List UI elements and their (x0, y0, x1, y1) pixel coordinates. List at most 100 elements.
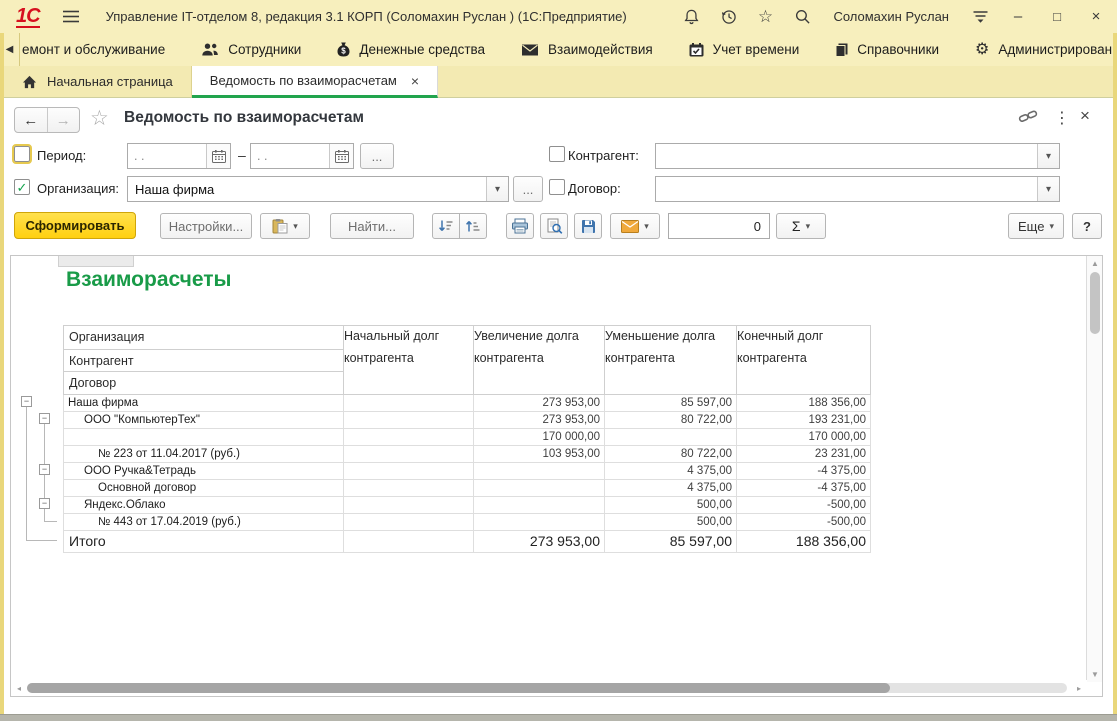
back-button[interactable]: ← (15, 108, 48, 132)
cell-name: Яндекс.Облако (64, 496, 344, 513)
get-link-icon[interactable] (1018, 109, 1038, 124)
chevron-down-icon: ▾ (806, 221, 811, 232)
table-row: Наша фирма 273 953,00 85 597,00 188 356,… (64, 394, 871, 411)
hamburger-menu-icon[interactable] (62, 10, 80, 23)
contract-input[interactable] (656, 182, 1037, 197)
scroll-down-icon[interactable]: ▼ (1087, 670, 1103, 679)
tree-line (26, 540, 57, 541)
collapse-group-icon[interactable]: − (39, 498, 50, 509)
organization-more-button[interactable]: ... (513, 176, 543, 202)
section-administration[interactable]: ⚙ Администрирование (975, 42, 1117, 58)
expand-groups-button[interactable] (459, 213, 487, 239)
more-label: Еще (1018, 219, 1044, 234)
autosum-field[interactable] (668, 213, 770, 239)
add-to-favorites-star-icon[interactable]: ☆ (90, 108, 109, 129)
form-area: ← → ☆ Ведомость по взаиморасчетам ⋮ × Пе… (4, 98, 1113, 714)
cell-final: -500,00 (737, 496, 871, 513)
chevron-down-icon[interactable]: ▾ (1037, 144, 1059, 168)
cell-increase: 273 953,00 (474, 411, 605, 428)
forward-button[interactable]: → (48, 108, 80, 132)
print-preview-button[interactable] (540, 213, 568, 239)
section-label: Справочники (857, 42, 939, 57)
section-employees[interactable]: Сотрудники (201, 42, 301, 57)
title-bar: 1С Управление IT-отделом 8, редакция 3.1… (0, 0, 1117, 33)
counterparty-checkbox[interactable] (549, 146, 565, 162)
chevron-down-icon[interactable]: ▾ (1037, 177, 1059, 201)
period-from-field[interactable]: . . (127, 143, 231, 169)
section-time-tracking[interactable]: Учет времени (689, 42, 800, 57)
organization-input[interactable] (128, 182, 486, 197)
window-edge-right (1113, 33, 1117, 714)
sum-button[interactable]: Σ ▾ (776, 213, 826, 239)
section-catalogs[interactable]: Справочники (835, 42, 939, 57)
vertical-scroll-thumb[interactable] (1090, 272, 1100, 334)
gear-icon: ⚙ (975, 42, 989, 58)
more-menu-button[interactable]: Еще ▾ (1008, 213, 1064, 239)
generate-button[interactable]: Сформировать (14, 212, 136, 239)
search-icon[interactable] (792, 7, 812, 27)
spreadsheet-corner-cell[interactable] (58, 256, 134, 267)
collapse-group-icon[interactable]: − (21, 396, 32, 407)
calendar-icon[interactable] (329, 144, 353, 168)
organization-checkbox[interactable]: ✓ (14, 179, 30, 195)
period-more-button[interactable]: ... (360, 143, 394, 169)
collapse-groups-button[interactable] (432, 213, 460, 239)
more-actions-icon[interactable]: ⋮ (1054, 108, 1070, 128)
close-window-button[interactable]: × (1085, 8, 1107, 25)
close-form-icon[interactable]: × (1080, 106, 1090, 126)
maximize-button[interactable]: □ (1046, 9, 1068, 24)
service-menu-icon[interactable] (970, 7, 990, 27)
section-maintenance[interactable]: емонт и обслуживание (22, 42, 165, 57)
minimize-button[interactable]: – (1007, 8, 1029, 25)
help-button[interactable]: ? (1072, 213, 1102, 239)
cell-initial (344, 428, 474, 445)
current-user[interactable]: Соломахин Руслан (833, 9, 949, 24)
period-to-field[interactable]: . . (250, 143, 354, 169)
cell-decrease: 4 375,00 (605, 462, 737, 479)
scroll-left-icon[interactable]: ◂ (11, 684, 27, 693)
section-money[interactable]: $ Денежные средства (337, 42, 485, 57)
tab-close-icon[interactable]: × (411, 73, 419, 89)
history-icon[interactable] (718, 7, 738, 27)
tab-home[interactable]: Начальная страница (4, 66, 192, 97)
scroll-right-icon[interactable]: ▸ (1071, 684, 1087, 693)
vertical-scrollbar[interactable]: ▲ ▼ (1086, 256, 1102, 682)
settings-button[interactable]: Настройки... (160, 213, 252, 239)
cell-initial (344, 394, 474, 411)
tab-label: Начальная страница (47, 74, 173, 89)
horizontal-scroll-track[interactable] (27, 683, 1067, 693)
collapse-group-icon[interactable]: − (39, 464, 50, 475)
print-button[interactable] (506, 213, 534, 239)
save-button[interactable] (574, 213, 602, 239)
cell-name (64, 428, 344, 445)
find-button[interactable]: Найти... (330, 213, 414, 239)
counterparty-input[interactable] (656, 149, 1037, 164)
form-title: Ведомость по взаиморасчетам (124, 109, 364, 127)
section-interactions[interactable]: Взаимодействия (521, 42, 653, 57)
cell-name: ООО "КомпьютерТех" (64, 411, 344, 428)
cell-decrease: 80 722,00 (605, 411, 737, 428)
collapse-group-icon[interactable]: − (39, 413, 50, 424)
send-email-button[interactable]: ▾ (610, 213, 660, 239)
contract-combo: ▾ (655, 176, 1060, 202)
scroll-up-icon[interactable]: ▲ (1087, 259, 1103, 268)
table-row: № 443 от 17.04.2019 (руб.) 500,00 -500,0… (64, 513, 871, 530)
favorites-star-icon[interactable]: ☆ (755, 7, 775, 27)
tab-report[interactable]: Ведомость по взаиморасчетам × (192, 66, 438, 98)
table-row: № 223 от 11.04.2017 (руб.) 103 953,00 80… (64, 445, 871, 462)
period-checkbox[interactable] (14, 146, 30, 162)
notifications-bell-icon[interactable] (681, 7, 701, 27)
home-icon (22, 75, 37, 89)
paste-settings-button[interactable]: ▾ (260, 213, 310, 239)
window-title: Управление IT-отделом 8, редакция 3.1 КО… (106, 9, 627, 24)
contract-checkbox[interactable] (549, 179, 565, 195)
horizontal-scrollbar[interactable]: ◂ ▸ (11, 680, 1087, 696)
chevron-down-icon[interactable]: ▾ (486, 177, 508, 201)
nav-buttons: ← → (14, 107, 80, 133)
cell-increase: 103 953,00 (474, 445, 605, 462)
chevron-down-icon: ▾ (1049, 221, 1054, 232)
table-row: Основной договор 4 375,00 -4 375,00 (64, 479, 871, 496)
calendar-icon[interactable] (206, 144, 230, 168)
cell-total-final: 188 356,00 (737, 530, 871, 552)
horizontal-scroll-thumb[interactable] (27, 683, 890, 693)
